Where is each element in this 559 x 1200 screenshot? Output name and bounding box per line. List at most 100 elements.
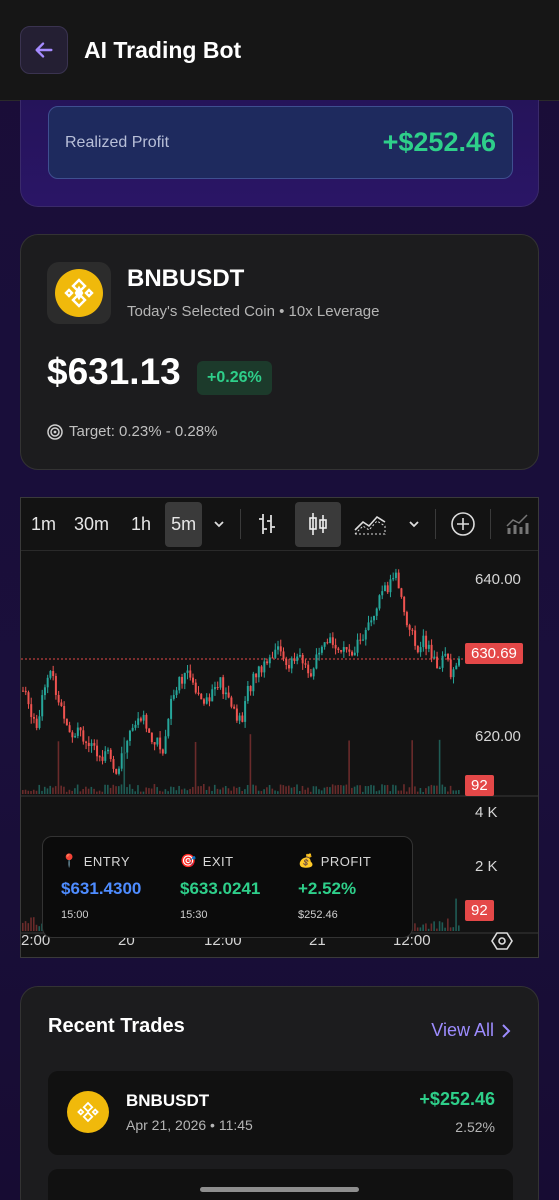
volume-bar (416, 791, 419, 794)
volume-bar (370, 784, 372, 794)
recent-trades-title: Recent Trades (48, 1015, 185, 1037)
volume-bar (257, 790, 260, 794)
candle-body (246, 685, 249, 702)
candle-body (115, 768, 118, 774)
candle-body (227, 692, 230, 698)
candle-body (117, 768, 120, 774)
volume-bar (298, 791, 301, 794)
timeframe-dropdown[interactable] (206, 502, 232, 547)
candle-body (441, 655, 444, 668)
candle-body (123, 752, 126, 754)
target-icon (47, 423, 63, 440)
candle-body (200, 693, 203, 700)
volume-bar (296, 784, 298, 794)
candle-body (35, 718, 38, 728)
volume-bar-lower (419, 927, 422, 931)
candle-body (139, 718, 142, 721)
tf-1h[interactable]: 1h (125, 502, 157, 547)
volume-bar (68, 789, 71, 794)
volume-bar (367, 786, 370, 794)
candle-body (104, 751, 107, 761)
volume-bar (271, 788, 274, 794)
volume-bar (181, 789, 183, 794)
candle-body (197, 692, 200, 694)
volume-bar (334, 785, 337, 794)
candle-body (255, 673, 258, 678)
volume-bar (386, 784, 389, 794)
home-indicator[interactable] (200, 1187, 359, 1192)
volume-bar (260, 791, 263, 794)
candle-body (178, 677, 181, 691)
candle-body (65, 718, 68, 726)
volume-bar (235, 787, 238, 794)
volume-bar (427, 786, 430, 794)
style-dropdown[interactable] (401, 502, 427, 547)
volume-bar (156, 787, 158, 794)
volume-bar (458, 790, 460, 794)
bars-style-button[interactable] (249, 502, 285, 547)
candle-body (277, 646, 280, 650)
volume-bar (244, 789, 246, 794)
volume-bar (175, 790, 178, 794)
volume-bar-lower (38, 926, 41, 931)
candle-body (233, 706, 236, 709)
volume-bar (315, 786, 318, 794)
candle-body (244, 701, 247, 722)
volume-bar (290, 787, 293, 794)
app-header: AI Trading Bot (0, 0, 559, 101)
volume-bar (323, 787, 326, 794)
candlestick-icon (309, 513, 327, 535)
candle-body (167, 718, 170, 737)
volume-bar (378, 790, 381, 794)
candle-body (183, 672, 186, 684)
volume-bar-lower (452, 927, 455, 931)
coin-price: $631.13 (47, 351, 181, 392)
trade-row[interactable]: BNBUSDT Apr 21, 2026 • 11:45 +$252.46 2.… (48, 1071, 513, 1155)
back-button[interactable] (20, 26, 68, 74)
view-all-link[interactable]: View All (431, 1020, 512, 1041)
volume-bar (356, 785, 359, 794)
add-indicator-button[interactable] (444, 502, 482, 547)
candle-body (353, 652, 356, 656)
candle-body (304, 663, 307, 665)
trade-summary-popup: 📍 ENTRY $631.4300 15:00 🎯 EXIT $633.0241 1… (42, 836, 413, 938)
tf-5m[interactable]: 5m (165, 501, 203, 547)
volume-bar (200, 786, 202, 794)
candle-body (60, 702, 63, 707)
candle-body (315, 654, 318, 669)
volume-bar (167, 791, 169, 794)
candle-body (27, 692, 30, 705)
candle-body (386, 585, 389, 593)
chart-settings-button[interactable] (491, 930, 513, 957)
candle-body (290, 658, 293, 669)
volume-bar (189, 788, 191, 794)
volume-bar (35, 790, 38, 794)
trade-symbol: BNBUSDT (126, 1091, 210, 1110)
candle-body (43, 687, 46, 696)
volume-bar (54, 786, 57, 794)
volume-bar (49, 785, 52, 794)
candle-body (107, 749, 110, 752)
candle-body (82, 730, 85, 742)
volume-bar (255, 785, 257, 794)
realized-profit-label: Realized Profit (65, 133, 170, 151)
trade-row[interactable] (48, 1169, 513, 1200)
volume-bar (150, 788, 153, 794)
volume-label-4k: 4 K (475, 804, 498, 821)
candle-body (79, 727, 82, 731)
settings-hexagon-icon (491, 932, 513, 950)
candles-style-button[interactable] (295, 501, 342, 547)
entry-label: ENTRY (83, 853, 131, 869)
price-chart[interactable]: 1m 30m 1h 5m 640.00 630.69 620.00 92 4 K… (20, 497, 539, 958)
indicators-button[interactable] (499, 502, 537, 547)
area-style-button[interactable] (347, 502, 393, 547)
volume-bar (266, 787, 268, 794)
candle-body (235, 708, 238, 721)
candle-body (375, 608, 378, 616)
tf-30m[interactable]: 30m (68, 502, 115, 547)
volume-bar (422, 791, 424, 794)
recent-trades-card: Recent Trades View All BNBUSDT Apr 21, 2… (20, 986, 539, 1200)
tf-1m[interactable]: 1m (25, 502, 62, 547)
volume-bar (117, 786, 120, 794)
volume-bar (441, 784, 444, 794)
